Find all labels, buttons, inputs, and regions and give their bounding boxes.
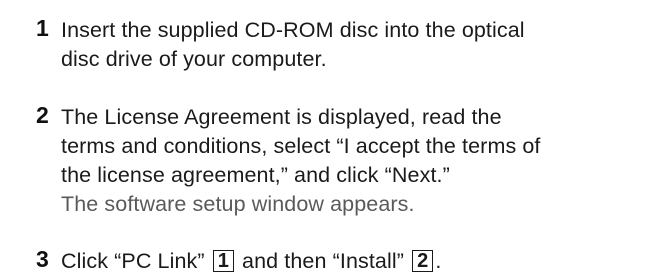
step-text-line: The License Agreement is displayed, read… — [61, 105, 502, 129]
step-text-line: the license agreement,” and click “Next.… — [61, 163, 450, 187]
callout-number-2: 2 — [412, 250, 434, 272]
callout-number-1: 1 — [212, 250, 234, 272]
step-number: 1 — [36, 15, 49, 41]
step-text: Click “PC Link” 1 and then “Install” 2. — [61, 247, 651, 276]
step-text-line: Insert the supplied CD-ROM disc into the… — [61, 18, 525, 42]
step-text: Insert the supplied CD-ROM disc into the… — [61, 16, 651, 74]
step-text-line: terms and conditions, select “I accept t… — [61, 134, 541, 158]
step-text-segment: . — [435, 249, 442, 273]
step-text-segment: Click “PC Link” — [61, 249, 205, 273]
instruction-steps: 1 Insert the supplied CD-ROM disc into t… — [0, 0, 661, 280]
step-result-text: The software setup window appears. — [61, 192, 415, 216]
step-text-line: disc drive of your computer. — [61, 47, 327, 71]
step-number: 2 — [36, 102, 49, 128]
step-text-line: Click “PC Link” 1 and then “Install” 2. — [61, 247, 651, 276]
step-text-segment: and then “Install” — [242, 249, 404, 273]
step-number: 3 — [36, 246, 49, 272]
step-text: The License Agreement is displayed, read… — [61, 103, 651, 219]
